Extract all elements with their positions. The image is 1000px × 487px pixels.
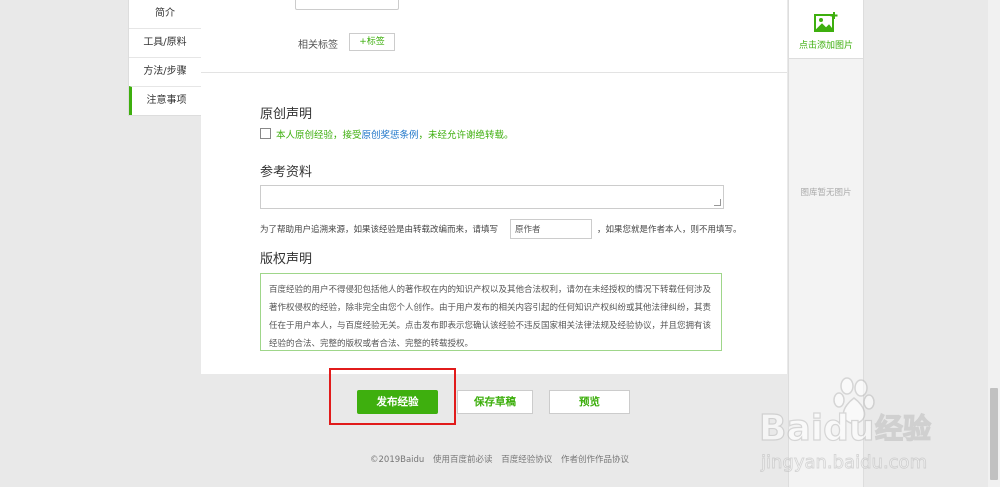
no-image-text: 图库暂无图片 bbox=[800, 188, 852, 198]
original-statement-title: 原创声明 bbox=[260, 107, 313, 122]
preview-button[interactable]: 预览 bbox=[549, 390, 630, 414]
nav-item-tools[interactable]: 工具/原料 bbox=[129, 28, 201, 57]
nav-item-steps[interactable]: 方法/步骤 bbox=[129, 57, 201, 86]
scrollbar-thumb[interactable] bbox=[990, 388, 998, 480]
editor-panel: + 添加经验步骤 相关标签 +标签 原创声明 本人原创经验，接受原创奖惩条例，未… bbox=[201, 0, 787, 374]
watermark-product: 经验 bbox=[875, 412, 931, 445]
footer-link-author[interactable]: 作者创作作品协议 bbox=[561, 455, 629, 465]
nav-item-intro[interactable]: 简介 bbox=[129, 0, 201, 28]
add-tag-button[interactable]: +标签 bbox=[349, 33, 395, 51]
watermark-brand: Baidu bbox=[759, 408, 874, 449]
image-add-icon bbox=[814, 12, 838, 32]
original-text-suffix: ，未经允许谢绝转载。 bbox=[418, 130, 514, 141]
footer: ©2019Baidu 使用百度前必读 百度经验协议 作者创作作品协议 bbox=[370, 453, 635, 465]
original-statement-text: 本人原创经验，接受原创奖惩条例，未经允许谢绝转载。 bbox=[276, 127, 514, 141]
reward-rules-link[interactable]: 原创奖惩条例 bbox=[362, 130, 419, 141]
footer-link-terms[interactable]: 使用百度前必读 bbox=[433, 455, 493, 465]
original-text-prefix: 本人原创经验，接受 bbox=[276, 130, 362, 141]
footer-copyright: ©2019Baidu bbox=[370, 455, 425, 465]
publish-button[interactable]: 发布经验 bbox=[357, 390, 438, 414]
footer-link-agreement[interactable]: 百度经验协议 bbox=[501, 455, 552, 465]
author-input[interactable]: 原作者 bbox=[510, 219, 592, 239]
reference-title: 参考资料 bbox=[260, 165, 313, 180]
left-nav: 简介 工具/原料 方法/步骤 注意事项 bbox=[128, 0, 202, 116]
watermark-url: jingyan.baidu.com bbox=[760, 452, 927, 473]
tags-section: + 添加经验步骤 相关标签 +标签 bbox=[201, 0, 787, 73]
save-draft-button[interactable]: 保存草稿 bbox=[457, 390, 533, 414]
copyright-title: 版权声明 bbox=[260, 252, 313, 267]
resize-handle[interactable] bbox=[714, 199, 721, 206]
tags-label: 相关标签 bbox=[298, 40, 338, 51]
nav-item-notes[interactable]: 注意事项 bbox=[129, 86, 201, 115]
reference-note-right: ，如果您就是作者本人，则不用填写。 bbox=[597, 225, 742, 235]
baidu-jingyan-watermark: Baidu 经验 jingyan.baidu.com bbox=[758, 377, 932, 473]
copyright-text: 百度经验的用户不得侵犯包括他人的著作权在内的知识产权以及其他合法权利，请勿在未经… bbox=[260, 273, 722, 351]
add-steps-button[interactable]: + 添加经验步骤 bbox=[295, 0, 399, 10]
original-checkbox[interactable] bbox=[260, 128, 271, 139]
add-image-button[interactable]: 点击添加图片 bbox=[789, 0, 863, 59]
reference-note-left: 为了帮助用户追溯来源，如果该经验是由转载改编而来，请填写 bbox=[260, 225, 499, 235]
add-image-label: 点击添加图片 bbox=[798, 41, 853, 51]
reference-input[interactable] bbox=[260, 185, 724, 209]
